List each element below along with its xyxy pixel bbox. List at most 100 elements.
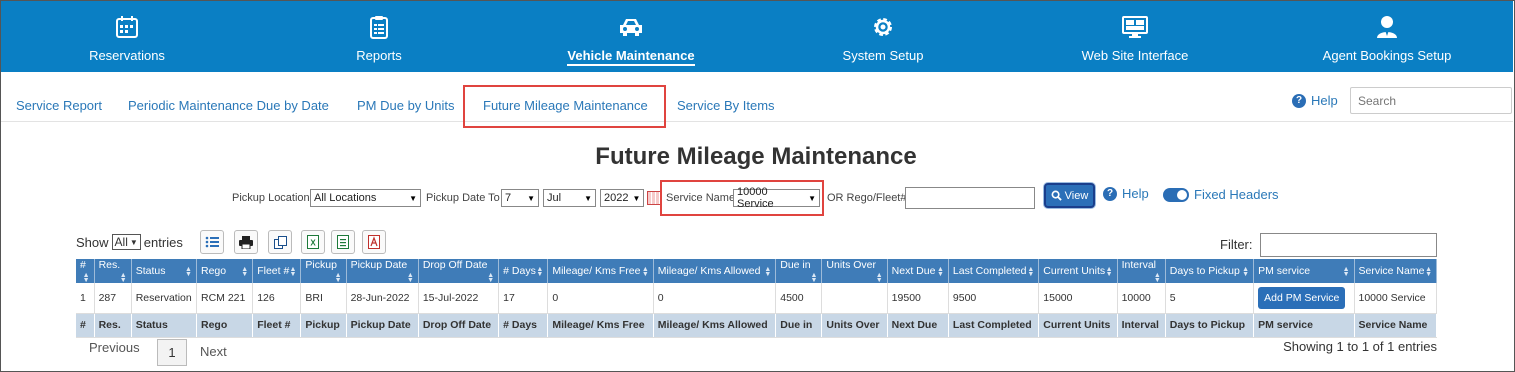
footer-cell: PM service — [1253, 313, 1355, 338]
csv-export-button[interactable] — [331, 230, 355, 254]
sort-icon: ▲ ▼ — [536, 266, 544, 278]
col-header[interactable]: Fleet # ▲ ▼ — [252, 259, 302, 283]
previous-button[interactable]: Previous — [89, 340, 140, 355]
col-header[interactable]: # Days ▲ ▼ — [498, 259, 549, 283]
col-header[interactable]: Mileage/ Kms Allowed ▲ ▼ — [653, 259, 777, 283]
footer-cell: Res. — [94, 313, 132, 338]
month-value: Jul — [547, 192, 562, 204]
help-link[interactable]: ? Help — [1292, 93, 1338, 108]
cell: 10000 Service — [1354, 283, 1437, 314]
col-header[interactable]: PM service ▲ ▼ — [1253, 259, 1355, 283]
cell: 28-Jun-2022 — [346, 283, 419, 314]
print-icon — [239, 235, 253, 249]
footer-cell: Service Name — [1354, 313, 1437, 338]
cell: 4500 — [775, 283, 823, 314]
col-header[interactable]: Current Units ▲ ▼ — [1038, 259, 1118, 283]
view-label: View — [1064, 189, 1089, 202]
print-button[interactable] — [234, 230, 258, 254]
page-title: Future Mileage Maintenance — [595, 143, 917, 170]
next-button[interactable]: Next — [200, 344, 227, 359]
sort-icon: ▲ ▼ — [1342, 266, 1350, 278]
help-link-filters[interactable]: ? Help — [1103, 186, 1149, 201]
column-list-button[interactable] — [200, 230, 224, 254]
col-header[interactable]: Rego ▲ ▼ — [196, 259, 254, 283]
view-button[interactable]: View — [1044, 183, 1095, 208]
cell: 126 — [252, 283, 302, 314]
entries-info: Showing 1 to 1 of 1 entries — [1283, 339, 1437, 354]
col-header[interactable]: Last Completed ▲ ▼ — [948, 259, 1040, 283]
tab-service-report[interactable]: Service Report — [16, 98, 102, 113]
cell: 17 — [498, 283, 549, 314]
footer-cell: Drop Off Date — [418, 313, 500, 338]
gear-icon — [870, 14, 896, 40]
cell — [821, 283, 888, 314]
nav-label: System Setup — [842, 48, 924, 63]
sort-icon: ▲ ▼ — [82, 272, 90, 284]
col-header[interactable]: Res. ▲ ▼ — [94, 259, 132, 284]
pickup-location-select[interactable]: All Locations ▼ — [310, 189, 421, 207]
nav-label: Web Site Interface — [1081, 48, 1189, 63]
excel-export-button[interactable]: X — [301, 230, 325, 254]
col-header[interactable]: Units Over ▲ ▼ — [821, 259, 888, 284]
cell: Reservation — [131, 283, 197, 314]
nav-web-site-interface[interactable]: Web Site Interface — [1009, 1, 1261, 72]
footer-cell: Rego — [196, 313, 254, 338]
col-header[interactable]: Pickup Date ▲ ▼ — [346, 259, 419, 284]
col-header[interactable]: Status ▲ ▼ — [131, 259, 197, 283]
show-entries-select[interactable]: All ▼ — [111, 234, 141, 250]
tab-pm-due-by-units[interactable]: PM Due by Units — [357, 98, 455, 113]
tab-periodic-maintenance-due-by-date[interactable]: Periodic Maintenance Due by Date — [128, 98, 329, 113]
copy-button[interactable] — [268, 230, 292, 254]
col-header[interactable]: Next Due ▲ ▼ — [887, 259, 949, 283]
sort-icon: ▲ ▼ — [1027, 266, 1035, 278]
reservation-link[interactable]: 287 — [94, 283, 132, 314]
rego-fleet-input[interactable] — [905, 187, 1035, 209]
chevron-down-icon: ▼ — [584, 193, 592, 203]
tab-service-by-items[interactable]: Service By Items — [677, 98, 775, 113]
footer-cell: Mileage/ Kms Free — [547, 313, 654, 338]
col-header[interactable]: Days to Pickup ▲ ▼ — [1165, 259, 1255, 283]
results-table: # ▲ ▼ Res. ▲ ▼ Status ▲ ▼ Rego ▲ ▼ Fleet # ▲ ▼ Pic… — [76, 259, 1437, 338]
nav-vehicle-maintenance[interactable]: Vehicle Maintenance — [505, 1, 757, 72]
footer-cell: Status — [131, 313, 197, 338]
page-1-button[interactable]: 1 — [157, 339, 187, 366]
nav-label: Agent Bookings Setup — [1322, 48, 1452, 63]
search-input[interactable] — [1350, 87, 1512, 114]
pickup-date-to-label: Pickup Date To — [426, 192, 500, 204]
day-select[interactable]: 7 ▼ — [501, 189, 539, 207]
col-header[interactable]: Due in ▲ ▼ — [775, 259, 823, 284]
nav-reports[interactable]: Reports — [253, 1, 505, 72]
footer-cell: Due in — [775, 313, 823, 338]
add-pm-service-button[interactable]: Add PM Service — [1258, 286, 1346, 309]
highlight-box — [463, 85, 666, 128]
nav-reservations[interactable]: Reservations — [1, 1, 253, 72]
cell: Add PM Service — [1253, 283, 1355, 314]
car-icon — [618, 14, 644, 40]
cell: 19500 — [887, 283, 949, 314]
col-header[interactable]: Mileage/ Kms Free ▲ ▼ — [547, 259, 654, 283]
chevron-down-icon: ▼ — [409, 193, 417, 203]
highlight-box — [660, 180, 824, 216]
month-select[interactable]: Jul ▼ — [543, 189, 596, 207]
sub-nav: Service Report Periodic Maintenance Due … — [1, 72, 1513, 122]
col-header[interactable]: Service Name ▲ ▼ — [1354, 259, 1437, 283]
footer-cell: Units Over — [821, 313, 888, 338]
chevron-down-icon: ▼ — [527, 193, 535, 203]
fixed-headers-label: Fixed Headers — [1194, 187, 1279, 202]
sort-icon: ▲ ▼ — [241, 266, 249, 278]
nav-agent-bookings-setup[interactable]: Agent Bookings Setup — [1261, 1, 1513, 72]
excel-icon: X — [307, 235, 319, 249]
col-header[interactable]: Pickup ▲ ▼ — [300, 259, 347, 284]
sort-icon: ▲ ▼ — [1425, 266, 1432, 278]
pdf-export-button[interactable] — [362, 230, 386, 254]
col-header[interactable]: Interval ▲ ▼ — [1117, 259, 1166, 284]
sort-icon: ▲ ▼ — [1153, 272, 1161, 284]
year-select[interactable]: 2022 ▼ — [600, 189, 644, 207]
calendar-picker-icon[interactable] — [647, 191, 661, 205]
col-header[interactable]: # ▲ ▼ — [76, 259, 95, 284]
filter-input[interactable] — [1260, 233, 1437, 257]
footer-cell: Days to Pickup — [1165, 313, 1255, 338]
col-header[interactable]: Drop Off Date ▲ ▼ — [418, 259, 500, 284]
fixed-headers-toggle[interactable] — [1163, 188, 1189, 202]
nav-system-setup[interactable]: System Setup — [757, 1, 1009, 72]
